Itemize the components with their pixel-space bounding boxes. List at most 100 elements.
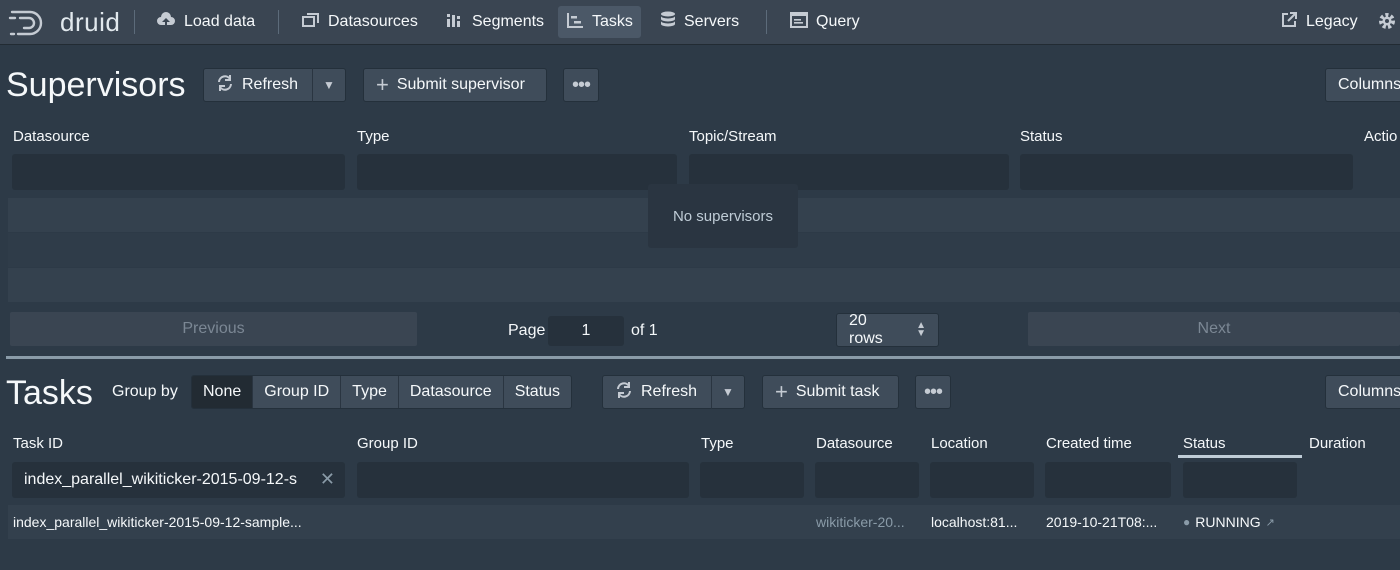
column-header-location[interactable]: Location <box>931 435 988 452</box>
nav-datasources[interactable]: Datasources <box>294 6 426 38</box>
nav-label: Servers <box>684 13 740 30</box>
column-header-duration[interactable]: Duration <box>1309 435 1366 452</box>
filter-type-input[interactable] <box>357 154 677 190</box>
supervisors-more-button[interactable]: ••• <box>563 68 599 102</box>
supervisors-columns-button[interactable]: Columns <box>1325 68 1400 102</box>
nav-label: Load data <box>184 13 256 30</box>
filter-status-input[interactable] <box>1020 154 1353 190</box>
nav-label: Datasources <box>328 13 418 30</box>
submit-task-button[interactable]: + Submit task <box>762 375 899 409</box>
nav-divider <box>134 10 135 34</box>
refresh-label: Refresh <box>242 76 299 93</box>
filter-group-id-input[interactable] <box>357 462 689 498</box>
filter-created-time-input[interactable] <box>1045 462 1171 498</box>
sort-indicator <box>1178 455 1302 458</box>
external-link-icon <box>1280 11 1298 33</box>
nav-label: Query <box>816 13 860 30</box>
tasks-columns-button[interactable]: Columns <box>1325 375 1400 409</box>
submit-supervisor-label: Submit supervisor <box>396 76 525 93</box>
gear-icon[interactable] <box>1376 10 1398 37</box>
filter-task-id-input[interactable]: index_parallel_wikiticker-2015-09-12-s ✕ <box>12 462 345 498</box>
more-icon: ••• <box>923 381 943 403</box>
segments-icon <box>446 12 464 32</box>
column-header-type[interactable]: Type <box>701 435 734 452</box>
submit-supervisor-button[interactable]: + Submit supervisor <box>363 68 547 102</box>
previous-page-button[interactable]: Previous <box>10 312 417 346</box>
filter-status-input[interactable] <box>1183 462 1297 498</box>
caret-down-icon: ▼ <box>323 78 335 92</box>
created-time-cell: 2019-10-21T08:... <box>1046 514 1158 530</box>
filter-datasource-input[interactable] <box>815 462 919 498</box>
table-body-empty <box>8 539 1400 570</box>
columns-label: Columns <box>1338 76 1400 93</box>
column-header-topic-stream[interactable]: Topic/Stream <box>689 128 777 145</box>
columns-label: Columns <box>1338 383 1400 400</box>
rows-value: 20 rows <box>849 312 883 347</box>
tasks-refresh-button[interactable]: Refresh <box>602 375 712 409</box>
supervisors-title: Supervisors <box>6 66 186 104</box>
nav-divider <box>278 10 279 34</box>
supervisors-refresh-button[interactable]: Refresh <box>203 68 313 102</box>
page-label: Page <box>508 322 546 339</box>
table-row <box>8 268 1400 302</box>
status-value: RUNNING <box>1195 514 1261 530</box>
split-divider[interactable] <box>6 356 1400 359</box>
refresh-icon <box>216 74 234 96</box>
top-navbar: druid Load data Datasources Segments Tas… <box>0 0 1400 44</box>
page-total: of 1 <box>631 322 658 339</box>
nav-label: Tasks <box>592 13 633 30</box>
column-header-type[interactable]: Type <box>357 128 390 145</box>
submit-task-label: Submit task <box>795 383 880 400</box>
group-by-type[interactable]: Type <box>341 376 399 408</box>
filter-datasource-input[interactable] <box>12 154 345 190</box>
filter-location-input[interactable] <box>930 462 1034 498</box>
nav-segments[interactable]: Segments <box>438 6 552 38</box>
nav-servers[interactable]: Servers <box>652 6 747 38</box>
nav-legacy[interactable]: Legacy <box>1272 6 1366 38</box>
column-header-created-time[interactable]: Created time <box>1046 435 1132 452</box>
nav-label: Legacy <box>1306 13 1358 30</box>
nav-load-data[interactable]: Load data <box>148 6 263 38</box>
filter-type-input[interactable] <box>700 462 804 498</box>
column-header-task-id[interactable]: Task ID <box>13 435 63 452</box>
plus-icon: + <box>376 72 389 97</box>
nav-tasks[interactable]: Tasks <box>558 6 641 38</box>
group-by-none[interactable]: None <box>192 376 254 408</box>
datasource-cell[interactable]: wikiticker-20... <box>816 514 905 530</box>
column-header-status[interactable]: Status <box>1020 128 1063 145</box>
rows-per-page-select[interactable]: 20 rows ▲ ▼ <box>836 312 939 347</box>
next-page-button[interactable]: Next <box>1028 312 1400 346</box>
tasks-icon <box>566 12 584 32</box>
column-header-group-id[interactable]: Group ID <box>357 435 418 452</box>
column-header-datasource[interactable]: Datasource <box>13 128 90 145</box>
double-caret-icon: ▲ ▼ <box>916 320 926 339</box>
clear-filter-icon[interactable]: ✕ <box>320 469 335 490</box>
group-by-datasource[interactable]: Datasource <box>398 376 504 408</box>
more-icon: ••• <box>571 74 591 96</box>
group-by-status[interactable]: Status <box>503 376 572 408</box>
no-supervisors-message: No supervisors <box>648 184 798 248</box>
nav-label: Segments <box>472 13 545 30</box>
nav-query[interactable]: Query <box>782 6 868 38</box>
tasks-more-button[interactable]: ••• <box>915 375 951 409</box>
druid-logo[interactable]: druid <box>8 7 120 38</box>
arrow-icon[interactable]: ↗ <box>1266 516 1275 529</box>
group-by-group-id[interactable]: Group ID <box>253 376 342 408</box>
group-by-label: Group by <box>112 383 178 400</box>
column-header-status[interactable]: Status <box>1183 435 1226 452</box>
refresh-icon <box>615 381 633 403</box>
status-cell: ● RUNNING ↗ <box>1183 514 1275 530</box>
page-number-input[interactable]: 1 <box>548 316 624 346</box>
column-header-actions[interactable]: Actio <box>1364 128 1397 145</box>
database-icon <box>660 11 676 33</box>
location-cell: localhost:81... <box>931 514 1018 530</box>
cloud-upload-icon <box>156 12 176 32</box>
task-id-cell[interactable]: index_parallel_wikiticker-2015-09-12-sam… <box>13 514 302 530</box>
datasources-icon <box>302 12 320 32</box>
logo-text: druid <box>60 7 121 37</box>
tasks-title: Tasks <box>6 374 93 412</box>
column-header-datasource[interactable]: Datasource <box>816 435 893 452</box>
supervisors-refresh-menu-button[interactable]: ▼ <box>312 68 346 102</box>
console-icon <box>790 12 808 32</box>
tasks-refresh-menu-button[interactable]: ▼ <box>711 375 745 409</box>
